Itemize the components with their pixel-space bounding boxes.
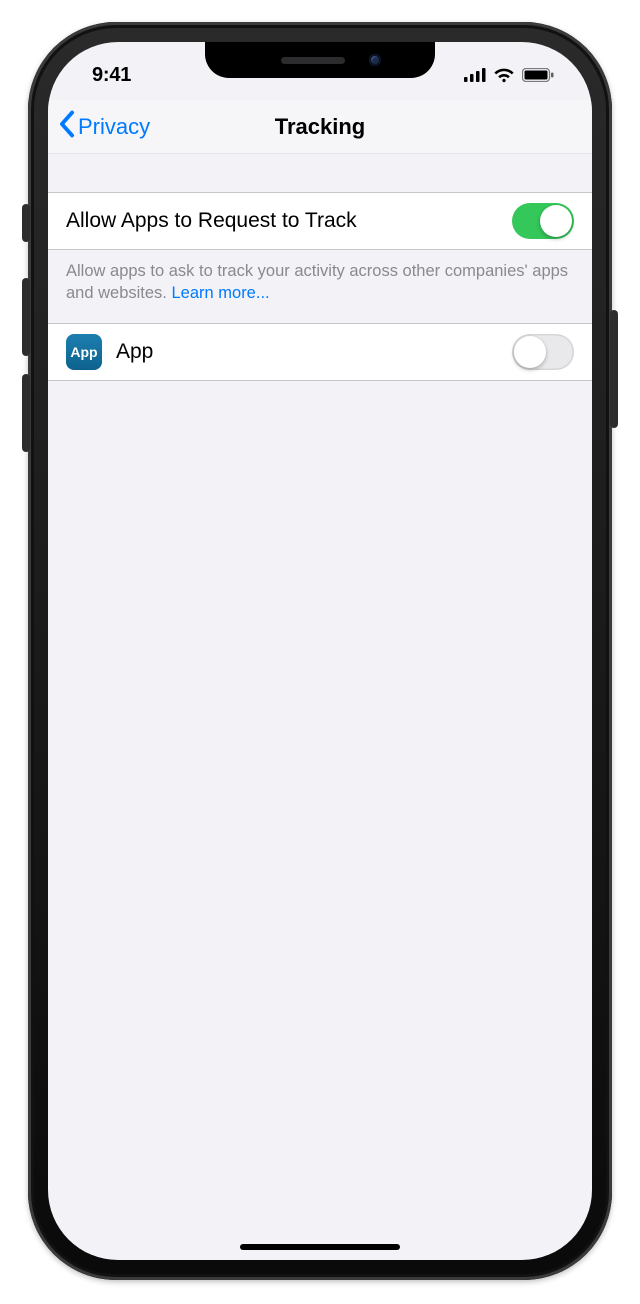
mute-switch [22, 204, 30, 242]
section-footer: Allow apps to ask to track your activity… [48, 250, 592, 323]
status-time: 9:41 [92, 64, 131, 87]
status-bar: 9:41 [48, 42, 592, 100]
allow-tracking-toggle[interactable] [512, 203, 574, 239]
toggle-knob [540, 205, 572, 237]
toggle-knob [514, 336, 546, 368]
nav-bar: Privacy Tracking [48, 100, 592, 154]
cellular-signal-icon [464, 68, 486, 82]
battery-icon [522, 68, 554, 82]
learn-more-link[interactable]: Learn more... [171, 284, 269, 302]
allow-tracking-row: Allow Apps to Request to Track [48, 192, 592, 250]
chevron-left-icon [58, 110, 76, 144]
app-row: App App [48, 323, 592, 381]
app-icon: App [66, 334, 102, 370]
back-button[interactable]: Privacy [58, 110, 150, 144]
allow-tracking-label: Allow Apps to Request to Track [66, 209, 512, 233]
spacer [48, 154, 592, 192]
volume-up-button [22, 278, 30, 356]
app-tracking-toggle[interactable] [512, 334, 574, 370]
side-button [610, 310, 618, 428]
screen: 9:41 [48, 42, 592, 1260]
app-name: App [116, 340, 512, 364]
app-icon-label: App [70, 344, 97, 360]
volume-down-button [22, 374, 30, 452]
status-indicators [464, 67, 554, 83]
home-indicator[interactable] [240, 1244, 400, 1250]
footer-text: Allow apps to ask to track your activity… [66, 262, 568, 302]
back-label: Privacy [78, 114, 150, 140]
wifi-icon [493, 67, 515, 83]
phone-device-frame: 9:41 [28, 22, 612, 1280]
